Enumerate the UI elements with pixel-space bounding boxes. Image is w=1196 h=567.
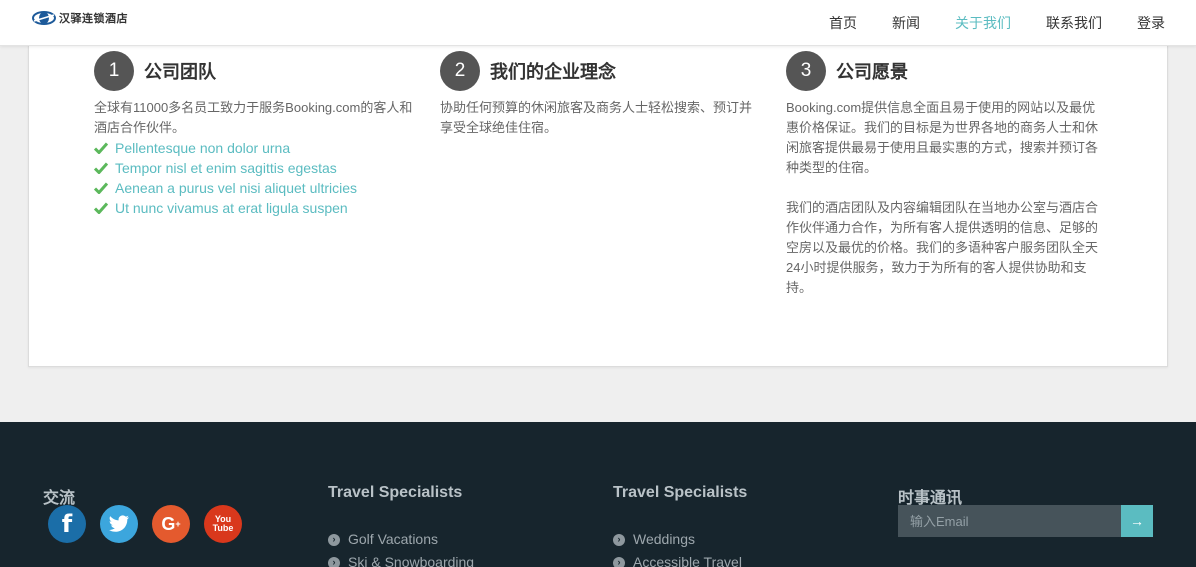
section-number: 2 xyxy=(440,51,480,91)
social-links: f G + You Tube xyxy=(48,505,256,543)
footer-link[interactable]: › Weddings xyxy=(613,528,742,551)
section-title: 公司团队 xyxy=(144,62,216,82)
section-title: 我们的企业理念 xyxy=(490,62,616,82)
list-item: Aenean a purus vel nisi aliquet ultricie… xyxy=(94,178,414,198)
newsletter-form: → xyxy=(898,505,1153,537)
nav-item-about[interactable]: 关于我们 xyxy=(955,13,1011,33)
top-header: 汉驿连锁酒店 首页 新闻 关于我们 联系我们 登录 xyxy=(0,0,1196,46)
youtube-icon[interactable]: You Tube xyxy=(204,505,242,543)
footer-link-label: Accessible Travel xyxy=(633,554,742,567)
nav-item-home[interactable]: 首页 xyxy=(829,13,857,33)
section-text: 全球有11000多名员工致力于服务Booking.com的客人和酒店合作伙伴。 xyxy=(94,100,413,135)
check-icon xyxy=(94,138,108,158)
section-title: 公司愿景 xyxy=(836,62,908,82)
arrow-right-icon: → xyxy=(1130,513,1144,529)
main-nav: 首页 新闻 关于我们 联系我们 登录 xyxy=(829,0,1196,46)
footer-link[interactable]: › Golf Vacations xyxy=(328,528,474,551)
chevron-right-icon: › xyxy=(613,556,625,567)
section-number: 3 xyxy=(786,51,826,91)
footer-col3-links: › Weddings › Accessible Travel xyxy=(613,528,742,567)
section-team: 1 公司团队 全球有11000多名员工致力于服务Booking.com的客人和酒… xyxy=(94,51,414,218)
section-number: 1 xyxy=(94,51,134,91)
list-item-label: Tempor nisl et enim sagittis egestas xyxy=(115,160,337,176)
section-text: 我们的酒店团队及内容编辑团队在当地办公室与酒店合作伙伴通力合作，为所有客人提供透… xyxy=(786,200,1099,295)
section-heading: 3 公司愿景 xyxy=(786,51,1106,91)
list-item: Tempor nisl et enim sagittis egestas xyxy=(94,158,414,178)
footer-link-label: Weddings xyxy=(633,531,696,547)
list-item: Ut nunc vivamus at erat ligula suspen xyxy=(94,198,414,218)
nav-item-login[interactable]: 登录 xyxy=(1137,13,1165,33)
footer-col3-title: Travel Specialists xyxy=(613,484,748,501)
section-text: Booking.com提供信息全面且易于使用的网站以及最优惠价格保证。我们的目标… xyxy=(786,100,1099,175)
footer-link-label: Ski & Snowboarding xyxy=(348,554,475,567)
section-text: 协助任何预算的休闲旅客及商务人士轻松搜索、预订并享受全球绝佳住宿。 xyxy=(440,100,753,135)
footer-link-label: Golf Vacations xyxy=(348,531,439,547)
section-heading: 2 我们的企业理念 xyxy=(440,51,760,91)
logo-text: 汉驿连锁酒店 xyxy=(59,13,128,25)
footer-link[interactable]: › Ski & Snowboarding xyxy=(328,551,474,567)
list-item-label: Pellentesque non dolor urna xyxy=(115,140,291,156)
nav-item-news[interactable]: 新闻 xyxy=(892,13,920,33)
footer-col2-title: Travel Specialists xyxy=(328,484,463,501)
section-philosophy: 2 我们的企业理念 协助任何预算的休闲旅客及商务人士轻松搜索、预订并享受全球绝佳… xyxy=(440,51,760,138)
logo[interactable]: 汉驿连锁酒店 xyxy=(32,10,128,26)
chevron-right-icon: › xyxy=(328,556,340,567)
nav-item-contact[interactable]: 联系我们 xyxy=(1046,13,1102,33)
subscribe-button[interactable]: → xyxy=(1121,505,1153,537)
email-input[interactable] xyxy=(898,505,1121,537)
google-plus-icon[interactable]: G + xyxy=(152,505,190,543)
logo-icon xyxy=(32,10,56,26)
chevron-right-icon: › xyxy=(613,533,625,546)
footer: 交流 f G + You Tube Travel Specialists › Golf… xyxy=(0,422,1196,567)
check-list: Pellentesque non dolor urna Tempor nisl … xyxy=(94,138,414,218)
check-icon xyxy=(94,198,108,218)
footer-col2-links: › Golf Vacations › Ski & Snowboarding xyxy=(328,528,474,567)
about-card: 1 公司团队 全球有11000多名员工致力于服务Booking.com的客人和酒… xyxy=(28,36,1168,367)
list-item-label: Ut nunc vivamus at erat ligula suspen xyxy=(115,200,348,216)
check-icon xyxy=(94,178,108,198)
section-vision: 3 公司愿景 Booking.com提供信息全面且易于使用的网站以及最优惠价格保… xyxy=(786,51,1106,298)
chevron-right-icon: › xyxy=(328,533,340,546)
twitter-icon[interactable] xyxy=(100,505,138,543)
facebook-icon[interactable]: f xyxy=(48,505,86,543)
check-icon xyxy=(94,158,108,178)
section-heading: 1 公司团队 xyxy=(94,51,414,91)
footer-link[interactable]: › Accessible Travel xyxy=(613,551,742,567)
list-item-label: Aenean a purus vel nisi aliquet ultricie… xyxy=(115,180,358,196)
list-item: Pellentesque non dolor urna xyxy=(94,138,414,158)
